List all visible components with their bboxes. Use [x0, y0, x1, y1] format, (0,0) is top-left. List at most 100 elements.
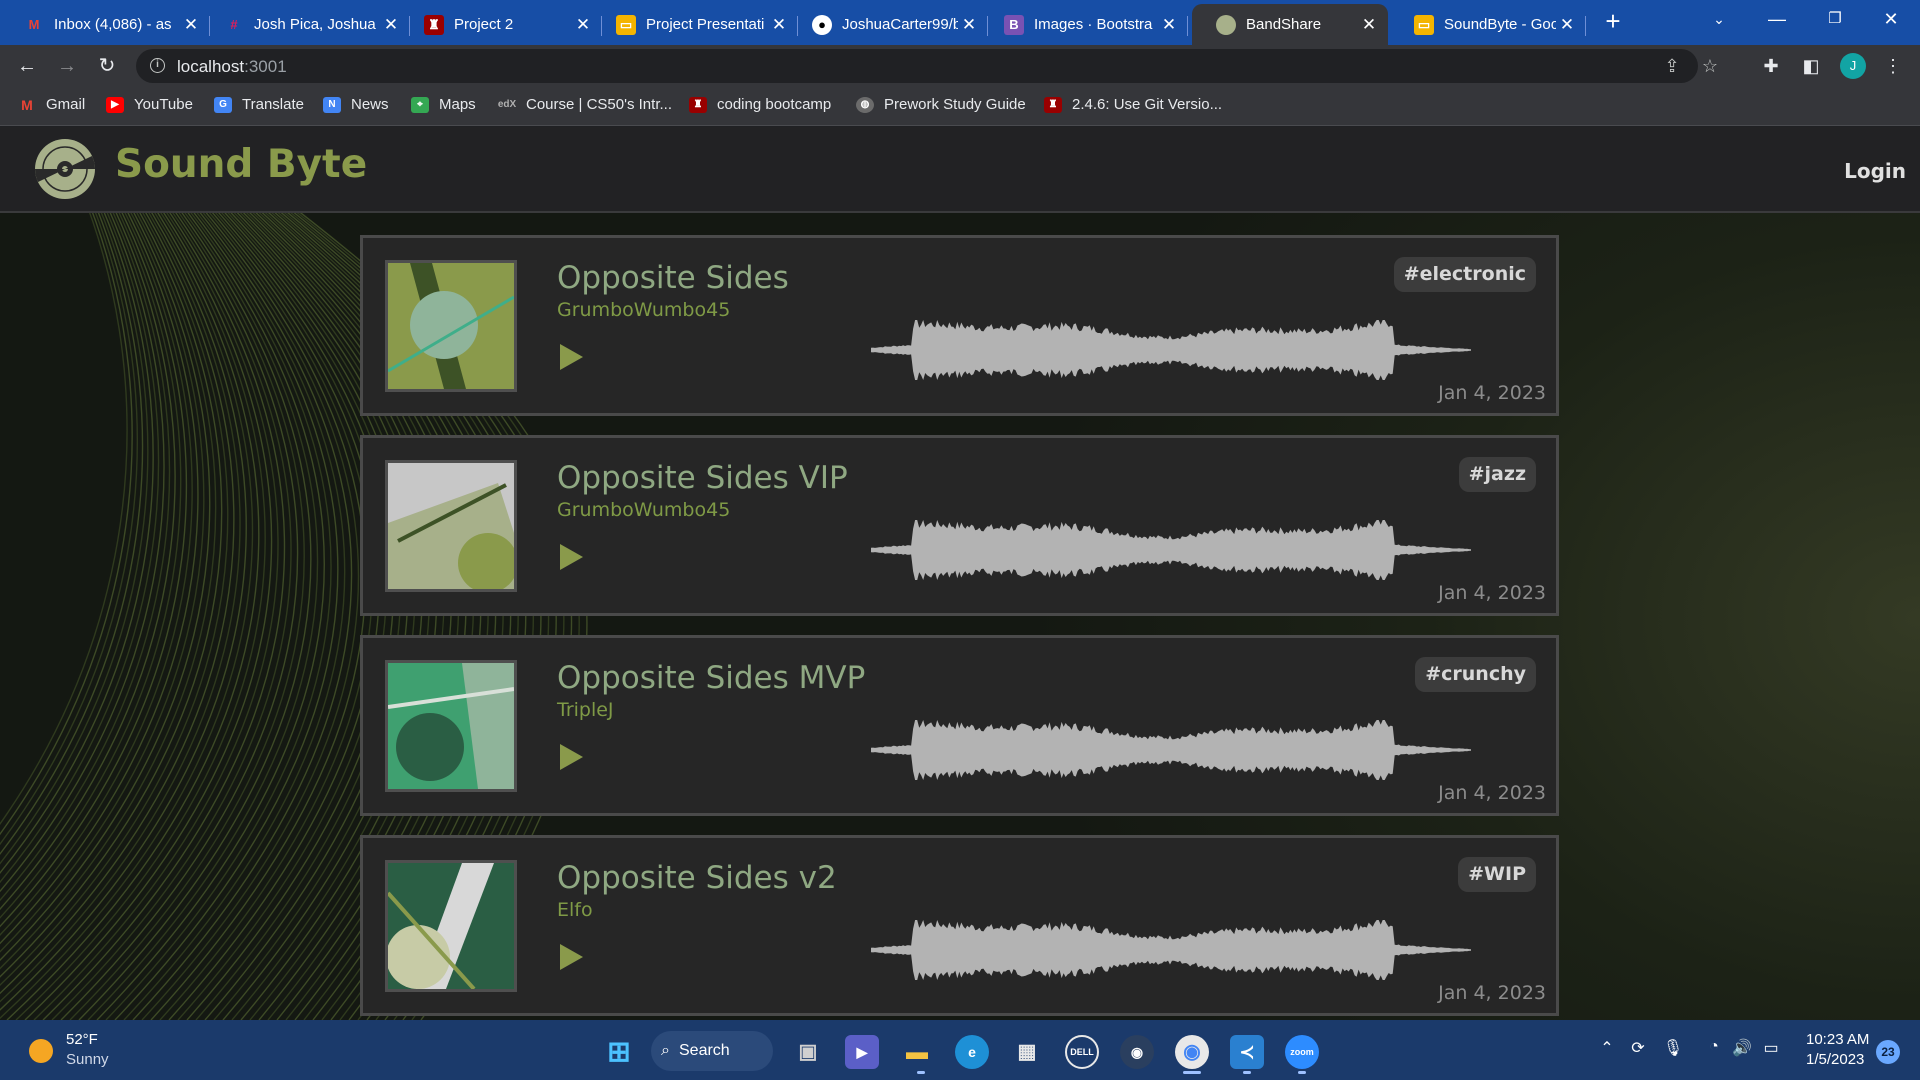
forward-icon[interactable]: →	[52, 51, 82, 81]
show-hidden-icons-icon[interactable]: ⌃	[1596, 1038, 1618, 1058]
vscode-icon[interactable]: ≺	[1230, 1035, 1264, 1069]
play-icon[interactable]	[557, 742, 585, 772]
profile-avatar[interactable]: J	[1840, 53, 1866, 79]
browser-tab[interactable]: ▭ SoundByte - Goo ✕	[1390, 4, 1586, 45]
browser-tab[interactable]: M Inbox (4,086) - as ✕	[0, 4, 210, 45]
penn-shield-icon: ♜	[689, 96, 707, 113]
volume-icon[interactable]: 🔊	[1731, 1038, 1753, 1058]
close-tab-icon[interactable]: ✕	[572, 15, 594, 35]
tab-search-icon[interactable]: ⌄	[1690, 0, 1748, 40]
play-icon[interactable]	[557, 342, 585, 372]
browser-tab-active[interactable]: BandShare ✕	[1192, 4, 1388, 45]
bookmark-news[interactable]: N News	[323, 96, 389, 113]
sun-icon[interactable]	[29, 1039, 53, 1063]
windows-start-icon[interactable]: ⊞	[602, 1035, 636, 1069]
site-info-icon[interactable]: i	[150, 58, 165, 73]
new-tab-button[interactable]: +	[1598, 6, 1628, 36]
weather-condition[interactable]: Sunny	[66, 1051, 109, 1068]
steam-icon[interactable]: ◉	[1120, 1035, 1154, 1069]
close-tab-icon[interactable]: ✕	[1556, 15, 1578, 35]
edge-icon[interactable]: e	[955, 1035, 989, 1069]
vinyl-disc-logo-icon[interactable]	[34, 138, 96, 200]
back-icon[interactable]: ←	[12, 51, 42, 81]
battery-icon[interactable]: ▭	[1760, 1038, 1782, 1058]
track-title[interactable]: Opposite Sides v2	[557, 860, 837, 896]
track-card[interactable]: Opposite Sides GrumboWumbo45 #electronic…	[360, 235, 1559, 416]
waveform[interactable]	[871, 917, 1471, 983]
browser-tab[interactable]: B Images · Bootstra ✕	[980, 4, 1188, 45]
clock-time[interactable]: 10:23 AM	[1806, 1031, 1869, 1048]
genre-tag[interactable]: #crunchy	[1415, 657, 1536, 692]
play-icon[interactable]	[557, 542, 585, 572]
teams-chat-icon[interactable]: ▶	[845, 1035, 879, 1069]
browser-tab[interactable]: ● JoshuaCarter99/b ✕	[788, 4, 988, 45]
clock-date[interactable]: 1/5/2023	[1806, 1051, 1864, 1068]
track-title[interactable]: Opposite Sides	[557, 260, 789, 296]
track-artist[interactable]: GrumboWumbo45	[557, 499, 730, 521]
bookmark-git-versioning[interactable]: ♜ 2.4.6: Use Git Versio...	[1044, 96, 1222, 113]
track-title[interactable]: Opposite Sides MVP	[557, 660, 865, 696]
side-panel-icon[interactable]: ◧	[1798, 53, 1824, 79]
bandshare-icon	[1216, 14, 1236, 35]
notification-badge[interactable]: 23	[1876, 1040, 1900, 1064]
browser-tab[interactable]: ♜ Project 2 ✕	[400, 4, 602, 45]
login-link[interactable]: Login	[1844, 159, 1906, 183]
waveform[interactable]	[871, 517, 1471, 583]
bookmark-cs50[interactable]: edX Course | CS50's Intr...	[498, 96, 672, 113]
play-icon[interactable]	[557, 942, 585, 972]
genre-tag[interactable]: #jazz	[1458, 457, 1536, 492]
waveform[interactable]	[871, 717, 1471, 783]
file-explorer-icon[interactable]: ▬	[900, 1035, 934, 1069]
genre-tag[interactable]: #electronic	[1393, 257, 1536, 292]
task-view-icon[interactable]: ▣	[791, 1035, 825, 1069]
bookmark-coding-bootcamp[interactable]: ♜ coding bootcamp	[689, 96, 831, 113]
track-artist[interactable]: Elfo	[557, 899, 593, 921]
close-tab-icon[interactable]: ✕	[180, 15, 202, 35]
close-window-icon[interactable]: ✕	[1862, 0, 1920, 40]
track-artist[interactable]: GrumboWumbo45	[557, 299, 730, 321]
cover-art[interactable]	[385, 860, 517, 992]
menu-icon[interactable]: ⋮	[1880, 53, 1906, 79]
close-tab-icon[interactable]: ✕	[768, 15, 790, 35]
weather-temperature[interactable]: 52°F	[66, 1031, 98, 1048]
sync-icon[interactable]: ⟳	[1627, 1038, 1649, 1058]
bookmark-star-icon[interactable]: ☆	[1698, 55, 1722, 79]
microphone-icon[interactable]: 🎙	[1662, 1038, 1684, 1058]
close-tab-icon[interactable]: ✕	[1358, 15, 1380, 35]
address-bar[interactable]: i localhost:3001 ⇪ ☆	[136, 49, 1718, 83]
dell-icon[interactable]: DELL	[1065, 1035, 1099, 1069]
track-artist[interactable]: TripleJ	[557, 699, 614, 721]
waveform[interactable]	[871, 317, 1471, 383]
track-card[interactable]: Opposite Sides VIP GrumboWumbo45 #jazz J…	[360, 435, 1559, 616]
cover-art[interactable]	[385, 260, 517, 392]
extensions-icon[interactable]: ✚	[1758, 53, 1784, 79]
bookmark-translate[interactable]: G Translate	[214, 96, 304, 113]
share-icon[interactable]: ⇪	[1660, 55, 1684, 79]
reload-icon[interactable]: ↻	[92, 51, 122, 81]
bookmark-gmail[interactable]: M Gmail	[18, 96, 85, 113]
restore-icon[interactable]: ❐	[1806, 0, 1864, 40]
zoom-icon[interactable]: zoom	[1285, 1035, 1319, 1069]
site-brand[interactable]: Sound Byte	[115, 142, 367, 187]
track-card[interactable]: Opposite Sides MVP TripleJ #crunchy Jan …	[360, 635, 1559, 816]
cover-art-1	[388, 263, 514, 389]
close-tab-icon[interactable]: ✕	[958, 15, 980, 35]
microsoft-store-icon[interactable]: ▦	[1010, 1035, 1044, 1069]
bookmark-prework-guide[interactable]: ◍ Prework Study Guide	[856, 96, 1026, 113]
bookmark-maps[interactable]: ⌖ Maps	[411, 96, 476, 113]
bookmark-youtube[interactable]: ▶ YouTube	[106, 96, 193, 113]
genre-tag[interactable]: #WIP	[1458, 857, 1536, 892]
background-line	[0, 127, 171, 901]
cover-art[interactable]	[385, 460, 517, 592]
browser-tab[interactable]: # Josh Pica, Joshua ✕	[200, 4, 410, 45]
browser-tab[interactable]: ▭ Project Presentati ✕	[592, 4, 798, 45]
cover-art[interactable]	[385, 660, 517, 792]
chrome-icon[interactable]: ◉	[1175, 1035, 1209, 1069]
minimize-icon[interactable]: —	[1748, 0, 1806, 40]
track-title[interactable]: Opposite Sides VIP	[557, 460, 848, 496]
track-card[interactable]: Opposite Sides v2 Elfo #WIP Jan 4, 2023	[360, 835, 1559, 1016]
taskbar-search[interactable]: ⌕ Search	[651, 1031, 773, 1071]
close-tab-icon[interactable]: ✕	[1158, 15, 1180, 35]
wifi-icon[interactable]: ◔	[1703, 1038, 1725, 1056]
close-tab-icon[interactable]: ✕	[380, 15, 402, 35]
